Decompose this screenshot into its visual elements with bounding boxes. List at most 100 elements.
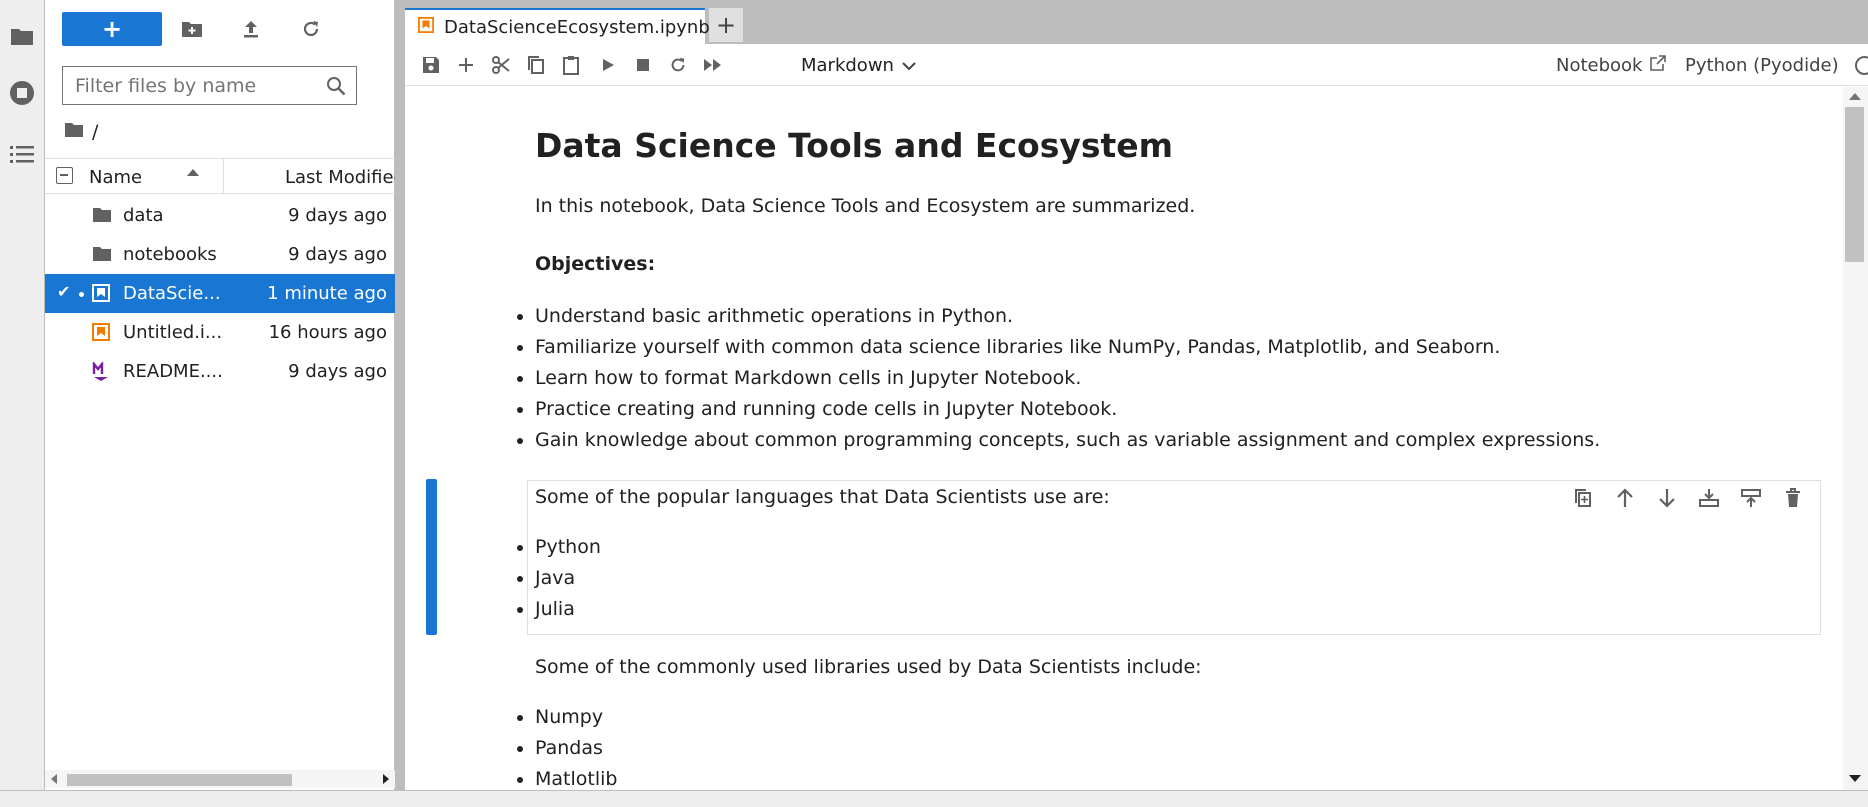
- file-modified: 1 minute ago: [267, 283, 387, 304]
- jupyterlab-app: + / Name: [0, 0, 1868, 807]
- modified-column-header[interactable]: Last Modified: [285, 167, 405, 188]
- duplicate-cell-icon[interactable]: [1570, 485, 1596, 511]
- cell-type-dropdown[interactable]: Markdown: [801, 52, 916, 78]
- file-row-datascience-notebook[interactable]: ✔ DataScie... 1 minute ago: [45, 274, 395, 313]
- file-browser-toolbar: +: [45, 0, 395, 58]
- scrollbar-thumb[interactable]: [67, 774, 292, 786]
- scroll-left-arrow[interactable]: [51, 774, 57, 784]
- list-item: Pandas: [535, 733, 1765, 764]
- list-icon[interactable]: [4, 136, 40, 172]
- breadcrumb: /: [64, 118, 98, 146]
- file-name: data: [123, 205, 164, 226]
- move-down-icon[interactable]: [1654, 485, 1680, 511]
- list-item: Numpy: [535, 702, 1765, 733]
- filter-field: [62, 66, 357, 105]
- file-name: notebooks: [123, 244, 217, 265]
- open-in-notebook-button[interactable]: Notebook: [1556, 52, 1667, 78]
- cut-icon[interactable]: [488, 52, 514, 78]
- stop-icon[interactable]: [4, 75, 40, 111]
- folder-icon: [92, 245, 112, 263]
- objectives-heading: Objectives:: [535, 253, 656, 275]
- horizontal-scrollbar[interactable]: [45, 770, 395, 788]
- file-name: Untitled.i...: [123, 322, 223, 343]
- file-browser: + / Name: [45, 0, 405, 790]
- column-resize-handle[interactable]: [223, 159, 224, 193]
- list-item: Gain knowledge about common programming …: [535, 425, 1765, 456]
- restart-icon[interactable]: [665, 52, 691, 78]
- list-item: Practice creating and running code cells…: [535, 394, 1765, 425]
- save-icon[interactable]: [418, 52, 444, 78]
- objectives-list: Understand basic arithmetic operations i…: [535, 301, 1765, 456]
- select-all-checkbox[interactable]: [56, 167, 73, 184]
- chevron-down-icon: [902, 55, 916, 76]
- intro-text: In this notebook, Data Science Tools and…: [535, 195, 1196, 217]
- file-row-readme[interactable]: README.... 9 days ago: [45, 352, 395, 391]
- kernel-status[interactable]: Python (Pyodide): [1685, 52, 1868, 78]
- list-item: Understand basic arithmetic operations i…: [535, 301, 1765, 332]
- file-row-untitled-notebook[interactable]: Untitled.i... 16 hours ago: [45, 313, 395, 352]
- notebook-toolbar: Markdown Notebook Python (Pyodide): [405, 44, 1868, 86]
- notebook-icon: [92, 323, 112, 341]
- tab-notebook[interactable]: DataScienceEcosystem.ipynb: [405, 8, 710, 44]
- scroll-right-arrow[interactable]: [383, 774, 389, 784]
- vertical-scrollbar[interactable]: [1843, 87, 1868, 790]
- insert-above-icon[interactable]: [1696, 485, 1722, 511]
- insert-below-icon[interactable]: [1738, 485, 1764, 511]
- move-up-icon[interactable]: [1612, 485, 1638, 511]
- cell-collapser[interactable]: [426, 479, 437, 635]
- languages-list: Python Java Julia: [535, 532, 1765, 625]
- notebook-icon: [92, 284, 112, 302]
- notebook-icon: [418, 16, 434, 38]
- breadcrumb-root[interactable]: /: [92, 121, 98, 143]
- tab-label: DataScienceEcosystem.ipynb: [444, 16, 710, 38]
- new-folder-icon[interactable]: [176, 14, 208, 44]
- list-item: Java: [535, 563, 1765, 594]
- notebook-content[interactable]: Data Science Tools and Ecosystem In this…: [405, 87, 1843, 790]
- add-cell-icon[interactable]: [453, 52, 479, 78]
- file-modified: 9 days ago: [288, 205, 387, 226]
- copy-icon[interactable]: [523, 52, 549, 78]
- list-item: Python: [535, 532, 1765, 563]
- activity-bar: [0, 0, 45, 790]
- cell-type-value: Markdown: [801, 54, 894, 76]
- file-list-header: Name Last Modified: [45, 158, 405, 194]
- file-row-data[interactable]: data 9 days ago: [45, 196, 395, 235]
- run-all-icon[interactable]: [700, 52, 726, 78]
- notebook-link-label: Notebook: [1556, 54, 1643, 76]
- stop-icon[interactable]: [630, 52, 656, 78]
- search-icon: [326, 76, 346, 100]
- name-column-header[interactable]: Name: [89, 167, 142, 188]
- tab-bar: DataScienceEcosystem.ipynb +: [395, 0, 1868, 44]
- filter-input[interactable]: [75, 73, 315, 99]
- run-icon[interactable]: [595, 52, 621, 78]
- sort-ascending-icon: [187, 169, 199, 176]
- file-name: README....: [123, 361, 223, 382]
- file-modified: 9 days ago: [288, 244, 387, 265]
- cell-toolbar: [1570, 485, 1806, 511]
- notebook-title: Data Science Tools and Ecosystem: [535, 126, 1174, 165]
- libraries-intro: Some of the commonly used libraries used…: [535, 656, 1202, 678]
- paste-icon[interactable]: [558, 52, 584, 78]
- panel-divider: [395, 44, 405, 790]
- checkmark-icon[interactable]: ✔: [57, 282, 70, 301]
- markdown-icon: [92, 360, 112, 381]
- upload-icon[interactable]: [235, 14, 267, 44]
- delete-cell-icon[interactable]: [1780, 485, 1806, 511]
- plus-icon: +: [715, 11, 737, 39]
- scroll-down-arrow[interactable]: [1849, 775, 1861, 782]
- plus-icon: +: [101, 15, 123, 43]
- file-modified: 9 days ago: [288, 361, 387, 382]
- external-link-icon: [1650, 54, 1667, 76]
- list-item: Matlotlib: [535, 764, 1765, 790]
- folder-icon: [92, 206, 112, 224]
- file-row-notebooks[interactable]: notebooks 9 days ago: [45, 235, 395, 274]
- folder-icon[interactable]: [64, 121, 84, 143]
- folder-icon[interactable]: [4, 18, 40, 54]
- kernel-idle-icon: [1854, 55, 1868, 75]
- scroll-up-arrow[interactable]: [1849, 93, 1861, 100]
- new-launcher-button[interactable]: +: [62, 12, 162, 46]
- refresh-icon[interactable]: [295, 14, 327, 44]
- new-tab-button[interactable]: +: [709, 8, 743, 42]
- scrollbar-thumb[interactable]: [1845, 107, 1864, 262]
- list-item: Julia: [535, 594, 1765, 625]
